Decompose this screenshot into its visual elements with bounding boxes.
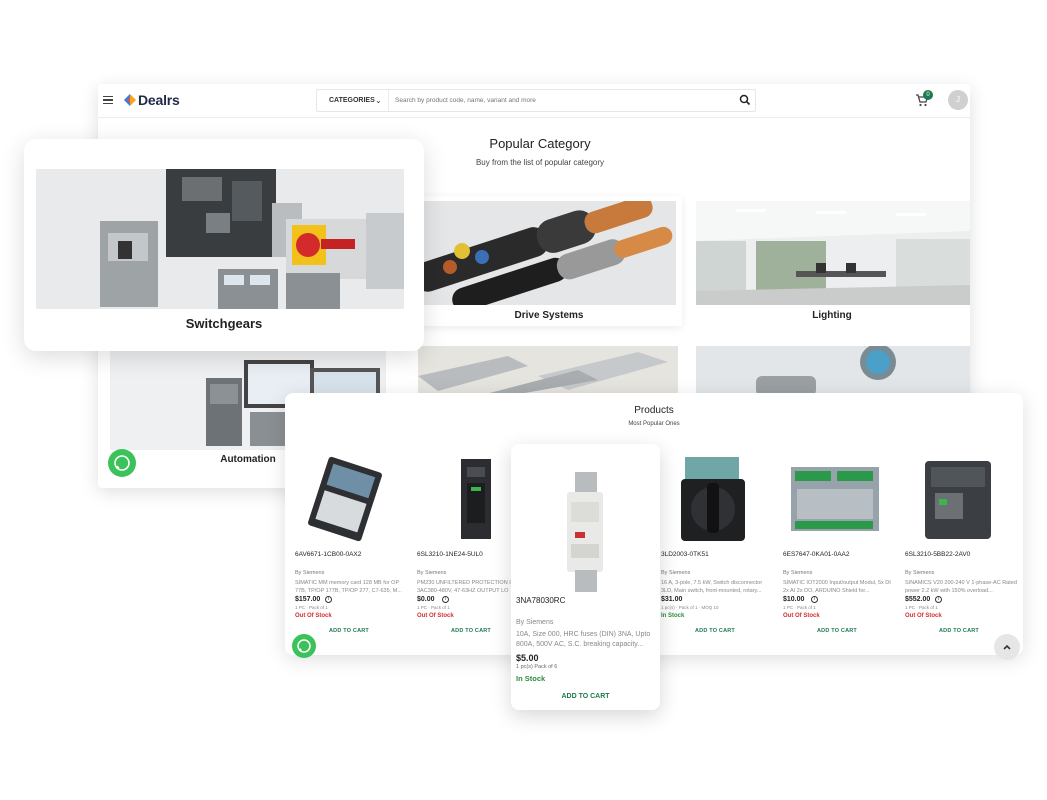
category-card-cable-trays[interactable] [416,346,682,396]
product-image [681,457,745,541]
product-brand: By Siemens [661,570,691,576]
product-code[interactable]: 6SL3210-5BB22-2AV0 [905,551,970,558]
product-price: $5.00 [516,653,539,663]
stock-status: In Stock [661,613,685,619]
product-code[interactable]: 6AV6671-1CB00-0AX2 [295,551,361,558]
dealrs-logo-icon[interactable] [124,94,136,106]
add-to-cart-button[interactable]: ADD TO CART [511,693,660,700]
top-navigation-bar: Dealrs CATEGORIES ⌄ 0 J [98,84,970,118]
scroll-to-top-button[interactable] [994,634,1020,660]
info-icon[interactable]: i [325,596,332,603]
category-label: Drive Systems [514,310,584,321]
add-to-cart-button[interactable]: ADD TO CART [651,628,779,634]
stock-status: Out Of Stock [783,613,820,619]
products-title: Products [634,405,674,416]
switchgears-image [36,169,404,309]
product-image [308,456,382,542]
categories-dropdown-label: CATEGORIES [329,97,375,104]
product-description: 10A, Size 000, HRC fuses (DIN) 3NA, Upto… [516,631,651,648]
product-brand: By Siemens [417,570,447,576]
whatsapp-icon [114,455,130,471]
chevron-down-icon: ⌄ [375,96,382,105]
product-card[interactable]: 3LD2003-0TK51 By Siemens 16 A, 3-pole, 7… [651,453,771,643]
menu-icon[interactable] [103,96,113,104]
product-price: $10.00 [783,596,805,603]
product-price: $552.00 [905,596,931,603]
category-card-lighting[interactable]: Lighting [694,196,970,326]
product-image [531,466,640,596]
product-brand: By Siemens [783,570,813,576]
product-card[interactable]: 6SL3210-1NE24-5UL0 By Siemens PM230 UNFI… [407,453,527,643]
info-icon[interactable]: i [811,596,818,603]
product-image [461,459,491,539]
product-price: $31.00 [661,596,683,603]
cable-trays-image [418,346,678,396]
product-description: SIMATIC MM memory card 128 MB for OP 77B… [295,580,402,594]
product-pack-info: 1 PC · Pack of 1 [417,605,450,610]
stock-status: Out Of Stock [295,613,332,619]
product-code[interactable]: 3LD2003-0TK51 [661,551,709,558]
product-price: $157.00 [295,596,321,603]
product-pack-info: 1 pc(s) · Pack of 1 · MOQ 10 [661,605,719,610]
search-icon[interactable] [739,94,751,106]
whatsapp-button[interactable] [292,634,316,658]
info-icon[interactable]: i [442,596,449,603]
stock-status: In Stock [516,674,546,683]
product-description: SINAMICS V20 200-240 V 1-phase-AC Rated … [905,580,1017,594]
info-icon[interactable]: i [935,596,942,603]
search-input[interactable] [395,94,725,107]
category-card-switchgears[interactable]: Switchgears [24,139,424,351]
user-avatar[interactable]: J [948,90,968,110]
product-pack-info: 1 PC · Pack of 1 [295,605,328,610]
stock-status: Out Of Stock [905,613,942,619]
product-brand: By Siemens [516,619,554,626]
whatsapp-icon [297,639,311,653]
chevron-up-icon [1003,644,1011,650]
featured-product-card[interactable]: 3NA78030RC By Siemens 10A, Size 000, HRC… [511,444,660,710]
logo-text[interactable]: Dealrs [138,92,180,108]
product-code[interactable]: 6ES7647-0KA01-0AA2 [783,551,850,558]
product-pack-info: 1 PC · Pack of 1 [905,605,938,610]
whatsapp-button[interactable] [108,449,136,477]
lighting-image [696,201,970,305]
drive-systems-image [422,201,676,305]
product-image [791,467,879,531]
product-card[interactable]: 6SL3210-5BB22-2AV0 By Siemens SINAMICS V… [895,453,1017,643]
product-code[interactable]: 3NA78030RC [516,596,565,605]
product-description: 16 A, 3-pole, 7.5 kW, Switch disconnecto… [661,580,763,594]
add-to-cart-button[interactable]: ADD TO CART [773,628,901,634]
product-price: $0.00 [417,596,435,603]
stock-status: Out Of Stock [417,613,454,619]
product-pack-info: 1 pc(s) Pack of 6 [516,664,558,670]
category-label: Switchgears [185,316,263,331]
products-subtitle: Most Popular Ones [628,421,680,427]
category-card-instruments[interactable] [694,346,970,396]
product-image [925,461,991,539]
category-label: Lighting [812,310,852,321]
category-card-drive-systems[interactable]: Drive Systems [416,196,682,326]
product-brand: By Siemens [295,570,325,576]
cart-count-badge: 0 [923,90,933,100]
product-description: SIMATIC IOT2000 Input/output Modul, 5x D… [783,580,891,594]
product-pack-info: 1 PC · Pack of 1 [783,605,816,610]
product-card[interactable]: 6AV6671-1CB00-0AX2 By Siemens SIMATIC MM… [285,453,405,643]
product-brand: By Siemens [905,570,935,576]
product-code[interactable]: 6SL3210-1NE24-5UL0 [417,551,483,558]
search-bar: CATEGORIES ⌄ [316,89,756,112]
instruments-image [696,346,970,396]
product-card[interactable]: 6ES7647-0KA01-0AA2 By Siemens SIMATIC IO… [773,453,893,643]
